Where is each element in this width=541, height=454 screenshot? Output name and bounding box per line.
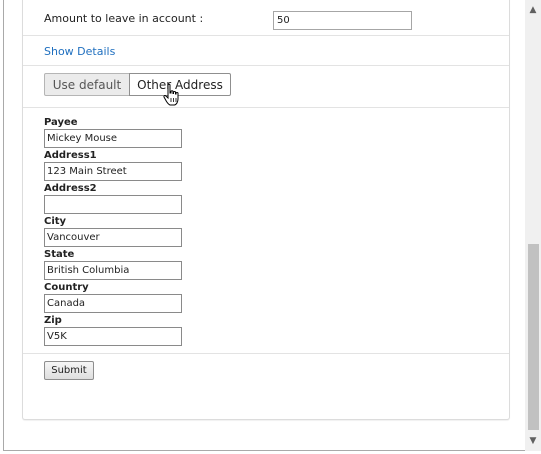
address-form: Payee Address1 Address2 City State Count… <box>44 116 182 347</box>
amount-row: Amount to leave in account : <box>23 0 509 36</box>
browser-viewport: Amount to leave in account : Show Detail… <box>3 0 541 451</box>
country-input[interactable] <box>44 294 182 313</box>
address1-label: Address1 <box>44 150 97 161</box>
payout-panel: Amount to leave in account : Show Detail… <box>22 0 510 420</box>
payee-label: Payee <box>44 117 78 128</box>
scroll-up-arrow-icon[interactable]: ▲ <box>525 2 541 18</box>
state-input[interactable] <box>44 261 182 280</box>
payee-input[interactable] <box>44 129 182 148</box>
vertical-scrollbar[interactable]: ▲ ▼ <box>525 0 541 451</box>
city-label: City <box>44 216 67 227</box>
details-row: Show Details <box>23 37 509 66</box>
amount-input[interactable] <box>273 11 412 30</box>
address2-label: Address2 <box>44 183 97 194</box>
address-toggle-row: Use default Other Address <box>23 67 509 108</box>
state-label: State <box>44 249 75 260</box>
use-default-button[interactable]: Use default <box>44 73 130 96</box>
zip-label: Zip <box>44 315 62 326</box>
country-label: Country <box>44 282 89 293</box>
city-input[interactable] <box>44 228 182 247</box>
scroll-thumb[interactable] <box>528 244 539 430</box>
scroll-down-arrow-icon[interactable]: ▼ <box>525 433 541 449</box>
hand-pointer-icon <box>163 83 179 106</box>
amount-label: Amount to leave in account : <box>44 12 204 25</box>
other-address-button[interactable]: Other Address <box>129 73 231 96</box>
form-divider <box>23 353 509 354</box>
zip-input[interactable] <box>44 327 182 346</box>
submit-button[interactable]: Submit <box>44 361 94 380</box>
show-details-link[interactable]: Show Details <box>44 45 115 58</box>
address2-input[interactable] <box>44 195 182 214</box>
address1-input[interactable] <box>44 162 182 181</box>
